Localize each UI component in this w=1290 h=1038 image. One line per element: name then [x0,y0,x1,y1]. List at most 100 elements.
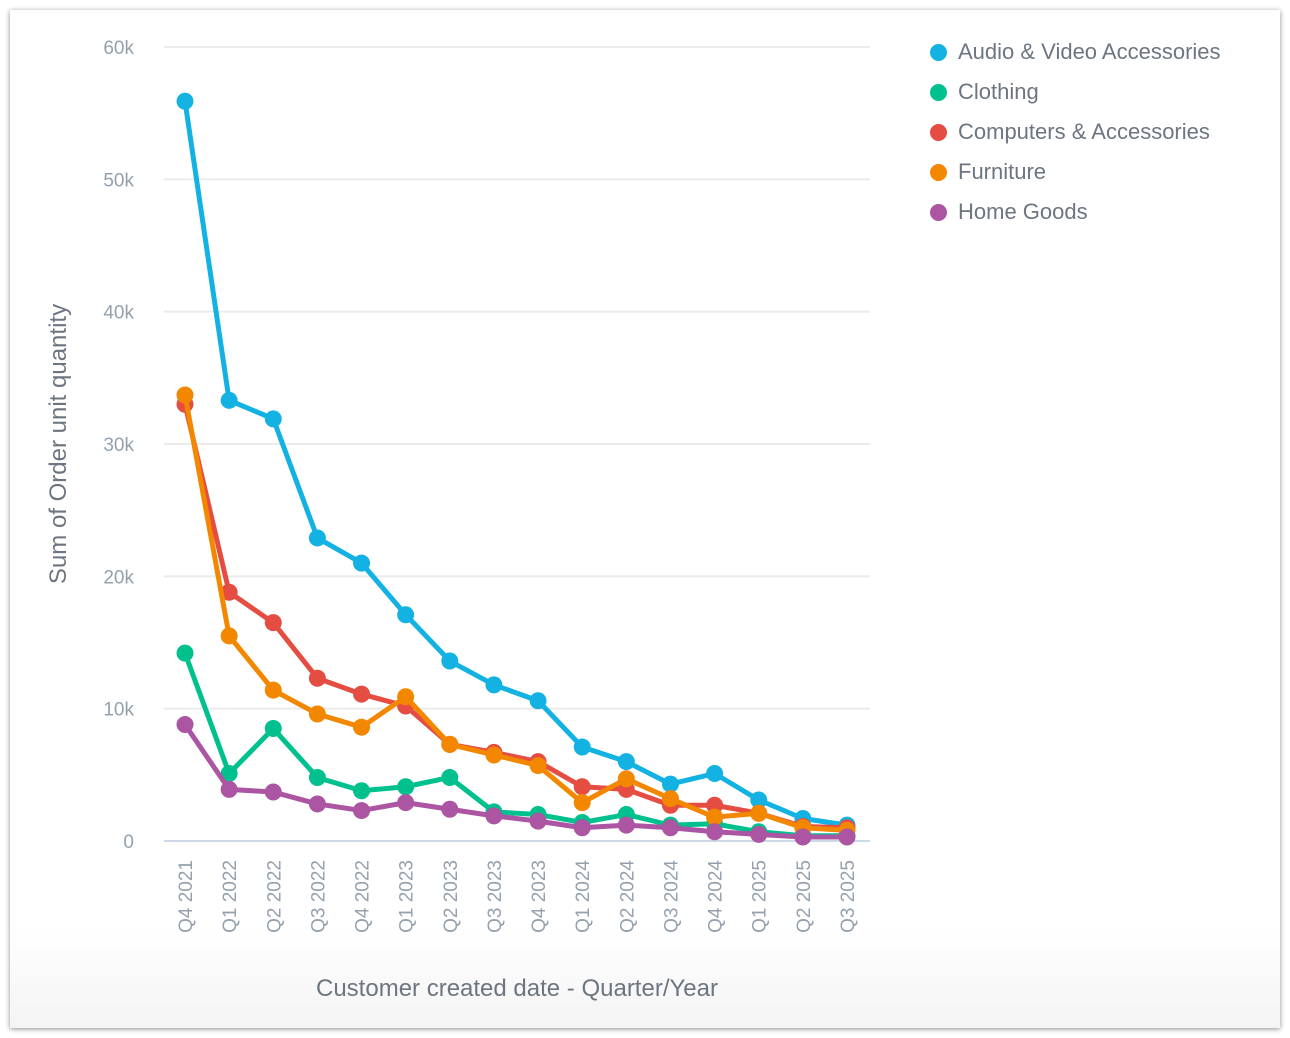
data-point[interactable] [706,808,724,826]
data-point[interactable] [397,688,415,706]
data-point[interactable] [573,794,591,812]
data-point[interactable] [441,768,459,786]
x-tick-label: Q4 2024 [706,860,727,933]
data-point[interactable] [617,816,635,834]
data-point[interactable] [750,825,768,843]
x-tick-label: Q2 2022 [264,860,285,933]
data-point[interactable] [264,681,282,699]
legend-marker-icon [930,83,947,101]
x-tick-label: Q3 2023 [485,860,506,933]
data-point[interactable] [617,770,635,788]
legend-marker-icon [930,123,947,141]
legend-item[interactable]: Audio & Video Accessories [930,32,1221,72]
data-point[interactable] [794,828,812,846]
data-point[interactable] [397,606,415,624]
data-point[interactable] [661,775,679,793]
legend-item[interactable]: Clothing [930,72,1221,112]
data-point[interactable] [706,765,724,783]
data-point[interactable] [308,768,326,786]
data-point[interactable] [176,386,194,404]
data-point[interactable] [573,819,591,837]
data-point[interactable] [529,812,547,830]
data-point[interactable] [353,718,371,736]
series-line [182,392,850,833]
data-point[interactable] [308,669,326,687]
series-computers-accessories [176,395,856,837]
x-tick-label: Q4 2021 [176,860,197,933]
data-point[interactable] [264,614,282,632]
data-point[interactable] [176,716,194,734]
y-axis-title: Sum of Order unit quantity [45,304,72,584]
data-point[interactable] [661,790,679,808]
y-tick-label: 0 [123,832,134,853]
x-tick-label: Q1 2025 [750,860,771,933]
data-point[interactable] [220,780,238,798]
data-point[interactable] [308,529,326,547]
x-tick-label: Q3 2025 [838,860,859,933]
legend-item[interactable]: Home Goods [930,192,1221,232]
series-group [176,92,856,846]
legend-item[interactable]: Computers & Accessories [930,112,1221,152]
x-tick-label: Q1 2024 [573,860,594,933]
legend-label: Furniture [958,159,1047,184]
data-point[interactable] [529,757,547,775]
data-point[interactable] [441,735,459,753]
data-point[interactable] [529,692,547,710]
data-point[interactable] [220,627,238,645]
x-tick-label: Q1 2022 [220,860,241,933]
legend-label: Home Goods [958,199,1088,224]
data-point[interactable] [353,802,371,820]
x-tick-label: Q3 2024 [661,860,682,933]
data-point[interactable] [353,685,371,703]
data-point[interactable] [441,800,459,818]
data-point[interactable] [573,778,591,796]
data-point[interactable] [838,828,856,846]
data-point[interactable] [264,410,282,428]
data-point[interactable] [397,794,415,812]
data-point[interactable] [176,92,194,110]
data-point[interactable] [353,782,371,800]
data-point[interactable] [264,720,282,738]
data-point[interactable] [485,676,503,694]
data-point[interactable] [573,738,591,756]
data-point[interactable] [308,705,326,723]
y-axis-ticks: 0 10k 20k 30k 40k 50k 60k [103,38,134,853]
x-tick-label: Q2 2023 [441,860,462,933]
legend-marker-icon [930,163,947,181]
x-tick-label: Q4 2022 [353,860,374,933]
x-tick-label: Q2 2025 [794,860,815,933]
data-point[interactable] [220,391,238,409]
data-point[interactable] [353,554,371,572]
legend-marker-icon [930,43,947,61]
data-point[interactable] [176,644,194,662]
data-point[interactable] [308,795,326,813]
legend-label: Clothing [958,79,1039,104]
data-point[interactable] [661,819,679,837]
x-tick-label: Q2 2024 [617,860,638,933]
x-axis-ticks: Q4 2021 Q1 2022 Q2 2022 Q3 2022 Q4 2022 Q1 20… [176,860,859,933]
x-tick-label: Q3 2022 [308,860,329,933]
legend: Audio & Video Accessories Clothing Compute… [930,32,1221,232]
y-tick-label: 10k [103,700,134,721]
series-line [182,401,850,831]
y-tick-label: 20k [103,567,134,588]
x-axis-title: Customer created date - Quarter/Year [316,975,718,1002]
y-tick-label: 40k [103,303,134,324]
data-point[interactable] [706,823,724,841]
data-point[interactable] [397,778,415,796]
data-point[interactable] [441,652,459,670]
x-tick-label: Q4 2023 [529,860,550,933]
legend-marker-icon [930,203,947,221]
data-point[interactable] [485,746,503,764]
y-tick-label: 30k [103,435,134,456]
data-point[interactable] [617,753,635,771]
data-point[interactable] [485,807,503,825]
data-point[interactable] [264,783,282,801]
series-line [182,650,850,839]
legend-label: Audio & Video Accessories [958,39,1221,64]
series-furniture [176,386,856,839]
data-point[interactable] [750,804,768,822]
y-tick-label: 60k [103,38,134,59]
y-tick-label: 50k [103,170,134,191]
legend-item[interactable]: Furniture [930,152,1221,192]
